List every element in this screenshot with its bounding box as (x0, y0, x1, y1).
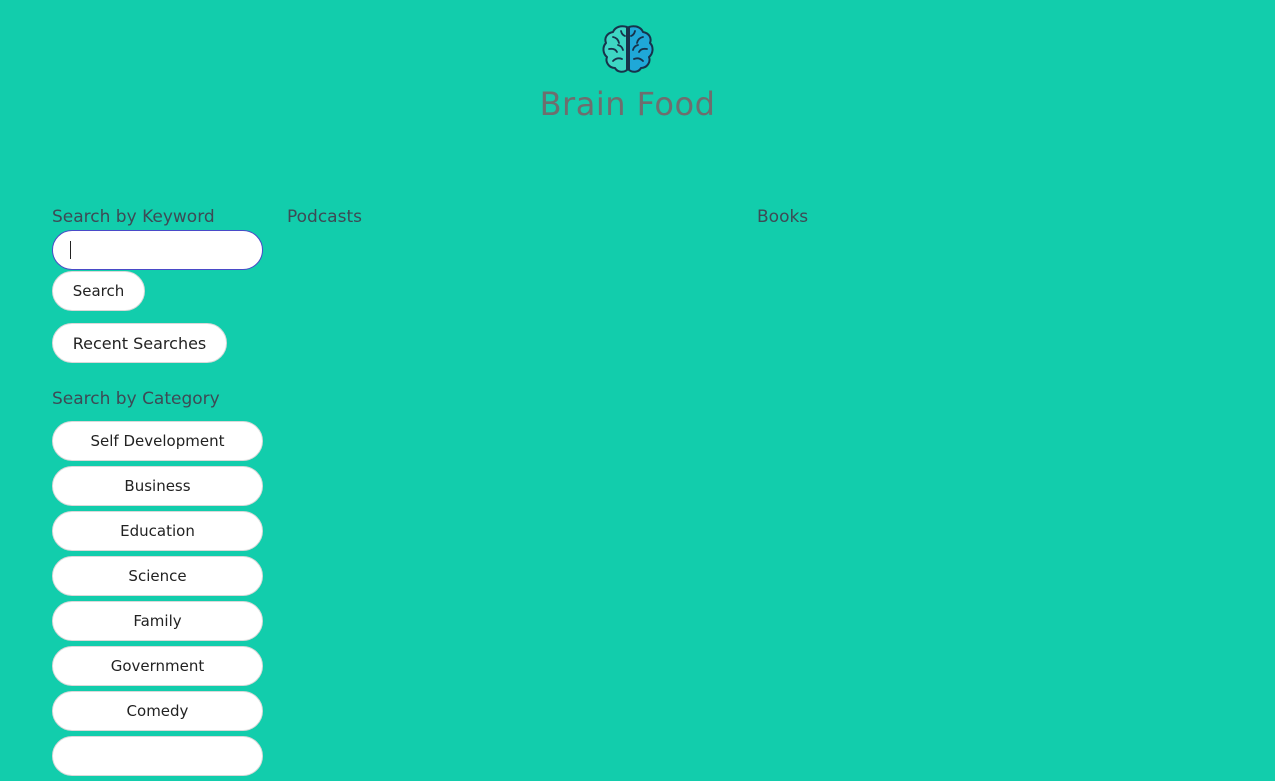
site-title: Brain Food (539, 85, 716, 123)
sidebar: Search by Keyword Search Recent Searches… (52, 205, 264, 781)
search-input[interactable] (52, 230, 263, 270)
search-input-wrapper (52, 230, 264, 270)
category-list: Self Development Business Education Scie… (52, 421, 264, 776)
category-search-label: Search by Category (52, 389, 220, 409)
category-button-partial[interactable] (52, 736, 263, 776)
category-button-family[interactable]: Family (52, 601, 263, 641)
category-button-business[interactable]: Business (52, 466, 263, 506)
brain-icon (602, 25, 654, 73)
text-caret (70, 241, 71, 259)
category-button-comedy[interactable]: Comedy (52, 691, 263, 731)
category-button-science[interactable]: Science (52, 556, 263, 596)
recent-searches-button[interactable]: Recent Searches (52, 323, 227, 363)
category-button-education[interactable]: Education (52, 511, 263, 551)
category-button-government[interactable]: Government (52, 646, 263, 686)
category-button-self-development[interactable]: Self Development (52, 421, 263, 461)
podcasts-heading: Podcasts (287, 207, 362, 227)
books-heading: Books (757, 207, 809, 227)
keyword-search-label: Search by Keyword (52, 207, 215, 227)
search-button[interactable]: Search (52, 271, 145, 311)
